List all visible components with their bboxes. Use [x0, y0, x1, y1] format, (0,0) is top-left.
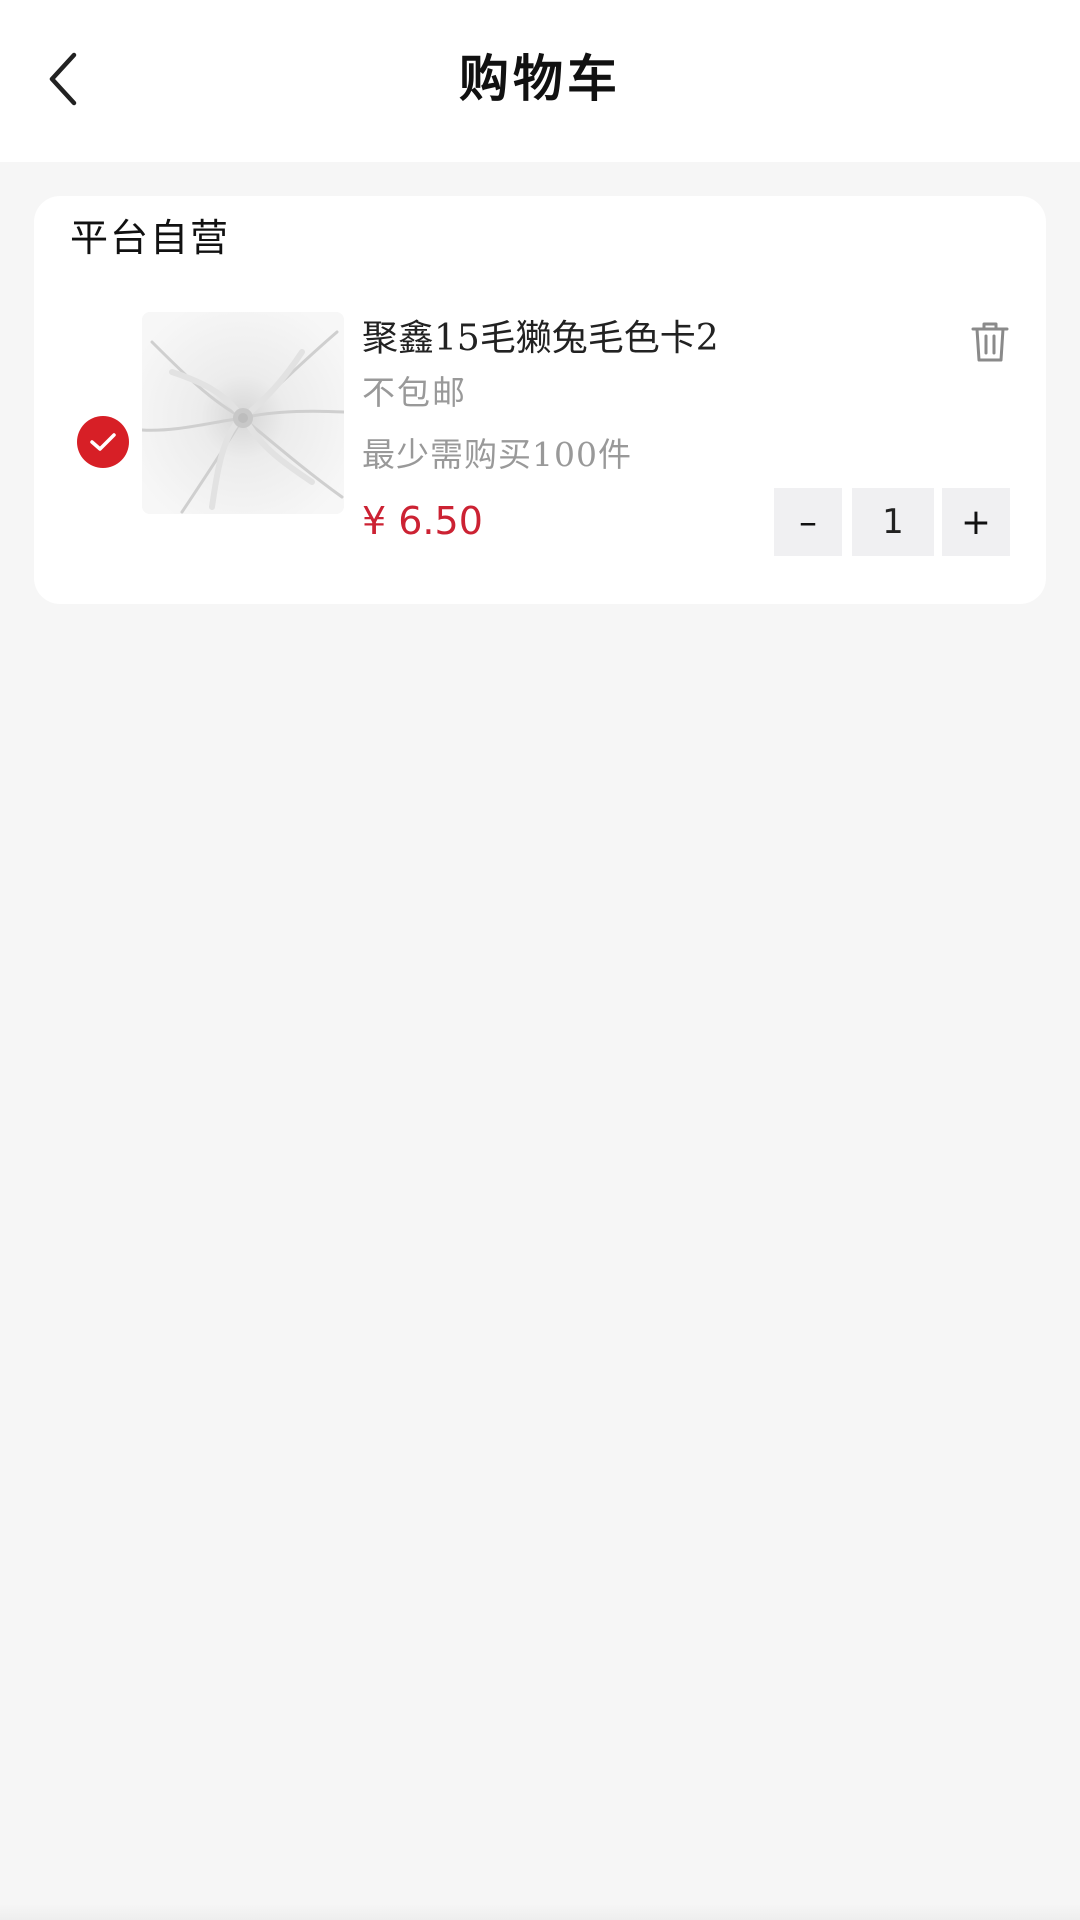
check-icon	[90, 433, 116, 451]
product-price: ¥ 6.50	[362, 499, 483, 543]
product-thumbnail[interactable]	[142, 312, 344, 514]
min-order-info: 最少需购买100件	[362, 435, 632, 474]
bottom-edge	[0, 1904, 1080, 1920]
quantity-decrease-button[interactable]: –	[774, 488, 842, 556]
quantity-increase-button[interactable]: +	[942, 488, 1010, 556]
fur-fabric-image	[142, 312, 344, 514]
shipping-info: 不包邮	[362, 373, 467, 412]
trash-icon	[971, 322, 1009, 362]
item-select-checkbox[interactable]	[77, 416, 129, 468]
quantity-value[interactable]: 1	[852, 488, 934, 556]
page-title: 购物车	[459, 49, 621, 108]
delete-button[interactable]	[966, 316, 1014, 368]
product-title[interactable]: 聚鑫15毛獭兔毛色卡2	[362, 314, 719, 364]
shop-name: 平台自营	[70, 216, 231, 260]
top-bar: 购物车	[0, 0, 1080, 162]
cart-shop-card: 平台自营 聚鑫15毛獭兔毛色卡2 不包邮 最少需购买100件 ¥ 6.50 – …	[34, 196, 1046, 604]
